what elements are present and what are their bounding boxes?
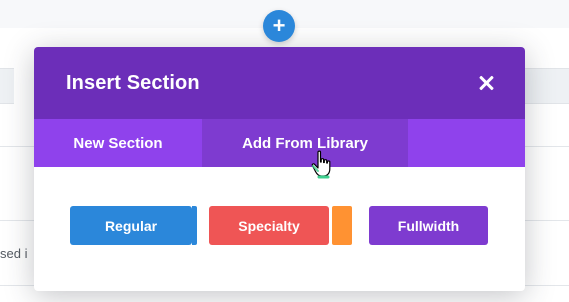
specialty-section-accent — [332, 206, 352, 245]
insert-section-modal: Insert Section New Section Add From Libr… — [34, 47, 525, 291]
modal-body: Regular Specialty Fullwidth — [34, 167, 525, 291]
tab-label: Add From Library — [242, 134, 368, 152]
modal-tab-bar: New Section Add From Library — [34, 119, 525, 167]
add-section-plus-button[interactable]: + — [263, 10, 295, 42]
divider-line — [0, 146, 34, 147]
modal-title: Insert Section — [66, 71, 200, 94]
divider-line — [0, 220, 34, 221]
background-partial-text: sed i — [0, 246, 28, 261]
page-builder-canvas: sed i + Insert Section New Section Add F… — [0, 0, 569, 302]
specialty-section-button[interactable]: Specialty — [209, 206, 329, 245]
tab-add-from-library[interactable]: Add From Library — [202, 119, 408, 167]
button-label: Regular — [104, 217, 158, 234]
button-label: Specialty — [238, 217, 300, 234]
close-icon[interactable] — [478, 75, 494, 91]
regular-section-button[interactable]: Regular — [70, 206, 192, 245]
fullwidth-section-button[interactable]: Fullwidth — [369, 206, 488, 245]
divider-line — [525, 220, 569, 221]
modal-header: Insert Section — [34, 47, 525, 119]
hand-pointer-icon — [311, 150, 331, 179]
tab-new-section[interactable]: New Section — [34, 119, 202, 167]
regular-section-accent — [192, 206, 197, 245]
section-row-left — [0, 68, 14, 104]
tab-label: New Section — [73, 134, 163, 152]
divider-line — [525, 146, 569, 147]
plus-icon: + — [272, 13, 286, 38]
section-row-right — [525, 68, 569, 104]
button-label: Fullwidth — [397, 217, 460, 234]
